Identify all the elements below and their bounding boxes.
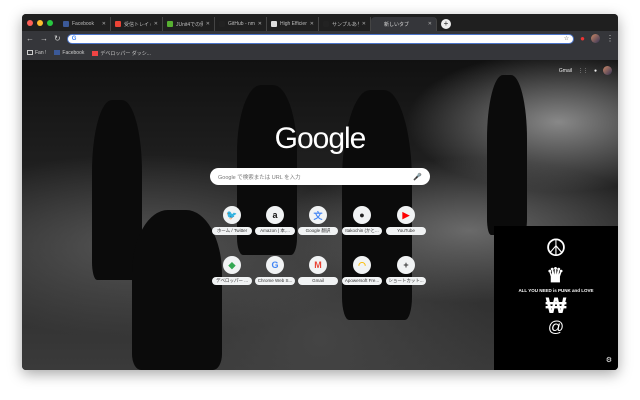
tab-strip: Facebook✕受信トレイ (392) - Lisi✕JUnit4での例外テス… bbox=[22, 14, 618, 31]
tab-title: High Efficiency Image bbox=[280, 21, 307, 27]
star-icon[interactable]: ☆ bbox=[564, 35, 569, 42]
favicon-icon bbox=[219, 21, 225, 27]
shortcut-tile[interactable]: G Chrome Web S... bbox=[255, 256, 295, 285]
shortcut-icon: 🐦 bbox=[223, 206, 241, 224]
favicon-icon bbox=[375, 21, 381, 27]
new-tab-page: Gmail ⋮⋮ ● Google Google で検索または URL を入力 … bbox=[22, 60, 618, 370]
favicon-icon bbox=[115, 21, 121, 27]
gmail-link[interactable]: Gmail bbox=[559, 68, 572, 74]
account-avatar[interactable] bbox=[603, 66, 612, 75]
promo-artwork: ☮ ♛ ALL YOU NEED is PUNK and LOVE ₩ @ ⚙ bbox=[494, 226, 618, 370]
shortcut-label: Amazon | 本,... bbox=[255, 227, 295, 235]
window-controls bbox=[22, 20, 59, 31]
apps-icon[interactable]: ⋮⋮ bbox=[578, 68, 588, 74]
tab-title: Facebook bbox=[72, 21, 94, 27]
promo-logo: ♛ bbox=[546, 265, 566, 287]
shortcut-label: ショートカット... bbox=[386, 277, 426, 285]
top-links: Gmail ⋮⋮ ● bbox=[559, 66, 612, 75]
bookmark-fan[interactable]: Fan ! bbox=[27, 50, 46, 56]
folder-icon bbox=[27, 50, 33, 56]
won-logo: ₩ bbox=[545, 293, 567, 318]
shortcut-icon: ◠ bbox=[353, 256, 371, 274]
tab-title: GitHub - nmby/Ulalme bbox=[228, 21, 255, 27]
gear-icon[interactable]: ⚙ bbox=[606, 356, 612, 364]
tab[interactable]: Facebook ✕ bbox=[59, 17, 111, 31]
tab[interactable]: 受信トレイ (392) - Lisi✕ bbox=[111, 17, 163, 31]
shortcut-icon: 文 bbox=[309, 206, 327, 224]
shortcut-icon: M bbox=[309, 256, 327, 274]
shortcut-label: デベロッパー ... bbox=[212, 277, 252, 285]
toolbar: ← → ↻ G ☆ ● ⋮ bbox=[22, 31, 618, 46]
chrome-webstore-icon bbox=[92, 50, 99, 56]
tab-title: 受信トレイ (392) - Lisi bbox=[124, 21, 151, 28]
close-tab-icon[interactable]: ✕ bbox=[258, 21, 262, 27]
back-icon[interactable]: ← bbox=[26, 34, 34, 43]
google-g-icon: G bbox=[71, 35, 77, 42]
bookmark-facebook[interactable]: Facebook bbox=[54, 50, 84, 56]
shortcut-tile[interactable]: ● Itakochin (かと... bbox=[342, 206, 382, 235]
shortcut-tile[interactable]: a Amazon | 本,... bbox=[255, 206, 295, 235]
a-logo: @ bbox=[547, 319, 565, 336]
facebook-icon bbox=[54, 50, 61, 56]
tab[interactable]: 新しいタブ ✕ bbox=[371, 17, 437, 31]
tab-title: サンプルあり | Google bbox=[332, 21, 359, 28]
bookmarks-bar: Fan ! Facebook デベロッパー ダッシ... bbox=[22, 46, 618, 60]
maximize-window-button[interactable] bbox=[47, 20, 53, 26]
shortcut-icon: ▶ bbox=[397, 206, 415, 224]
favicon-icon bbox=[167, 21, 173, 27]
shortcut-label: Chrome Web S... bbox=[255, 277, 295, 285]
favicon-icon bbox=[271, 21, 277, 27]
close-window-button[interactable] bbox=[27, 20, 33, 26]
close-tab-icon[interactable]: ✕ bbox=[310, 21, 314, 27]
shortcut-label: Gmail bbox=[298, 277, 338, 285]
close-tab-icon[interactable]: ✕ bbox=[428, 21, 432, 27]
close-tab-icon[interactable]: ✕ bbox=[206, 21, 210, 27]
shortcut-icon: ◆ bbox=[223, 256, 241, 274]
shortcut-label: Google 翻訳 bbox=[298, 227, 338, 235]
shortcut-tile[interactable]: ◠ Apowersoft Fre... bbox=[342, 256, 382, 285]
shortcut-tile[interactable]: 文 Google 翻訳 bbox=[298, 206, 338, 235]
shortcut-tile[interactable]: 🐦 ホーム / Twitter bbox=[212, 206, 252, 235]
shortcut-tile[interactable]: M Gmail bbox=[298, 256, 338, 285]
shortcut-tile[interactable]: + ショートカット... bbox=[386, 256, 426, 285]
microphone-icon[interactable]: 🎤 bbox=[413, 173, 422, 181]
search-box[interactable]: Google で検索または URL を入力 🎤 bbox=[210, 168, 430, 185]
search-input[interactable]: Google で検索または URL を入力 bbox=[218, 173, 301, 181]
shortcut-tile[interactable]: ▶ YouTube bbox=[386, 206, 426, 235]
tab-title: 新しいタブ bbox=[384, 21, 410, 28]
peace-logo: ☮ bbox=[545, 235, 567, 262]
shortcut-label: YouTube bbox=[386, 227, 426, 235]
close-tab-icon[interactable]: ✕ bbox=[362, 21, 366, 27]
shortcut-icon: G bbox=[266, 256, 284, 274]
notifications-icon[interactable]: ● bbox=[594, 68, 597, 74]
shortcut-label: Apowersoft Fre... bbox=[342, 277, 382, 285]
google-logo: Google bbox=[274, 122, 367, 155]
close-tab-icon[interactable]: ✕ bbox=[154, 21, 158, 27]
forward-icon[interactable]: → bbox=[40, 34, 48, 43]
new-tab-button[interactable]: + bbox=[441, 19, 451, 29]
tab[interactable]: サンプルあり | Google✕ bbox=[319, 17, 371, 31]
shortcut-label: ホーム / Twitter bbox=[212, 227, 252, 235]
bookmark-developer-dashboard[interactable]: デベロッパー ダッシ... bbox=[92, 50, 151, 57]
shortcut-label: Itakochin (かと... bbox=[342, 227, 382, 235]
tab[interactable]: GitHub - nmby/Ulalme✕ bbox=[215, 17, 267, 31]
extension-icon[interactable]: ● bbox=[580, 34, 585, 43]
tab[interactable]: JUnit4での例外テスト!✕ bbox=[163, 17, 215, 31]
shortcut-tile[interactable]: ◆ デベロッパー ... bbox=[212, 256, 252, 285]
shortcut-icon: ● bbox=[353, 206, 371, 224]
minimize-window-button[interactable] bbox=[37, 20, 43, 26]
favicon-icon bbox=[63, 21, 69, 27]
tab-title: JUnit4での例外テスト! bbox=[176, 21, 203, 28]
browser-window: Facebook✕受信トレイ (392) - Lisi✕JUnit4での例外テス… bbox=[22, 14, 618, 370]
shortcut-icon: a bbox=[266, 206, 284, 224]
shortcut-icon: + bbox=[397, 256, 415, 274]
tab[interactable]: High Efficiency Image✕ bbox=[267, 17, 319, 31]
menu-icon[interactable]: ⋮ bbox=[606, 34, 614, 43]
favicon-icon bbox=[323, 21, 329, 27]
profile-avatar[interactable] bbox=[591, 34, 600, 43]
close-tab-icon[interactable]: ✕ bbox=[102, 21, 106, 27]
omnibox[interactable]: G ☆ bbox=[66, 33, 575, 44]
reload-icon[interactable]: ↻ bbox=[54, 34, 61, 43]
